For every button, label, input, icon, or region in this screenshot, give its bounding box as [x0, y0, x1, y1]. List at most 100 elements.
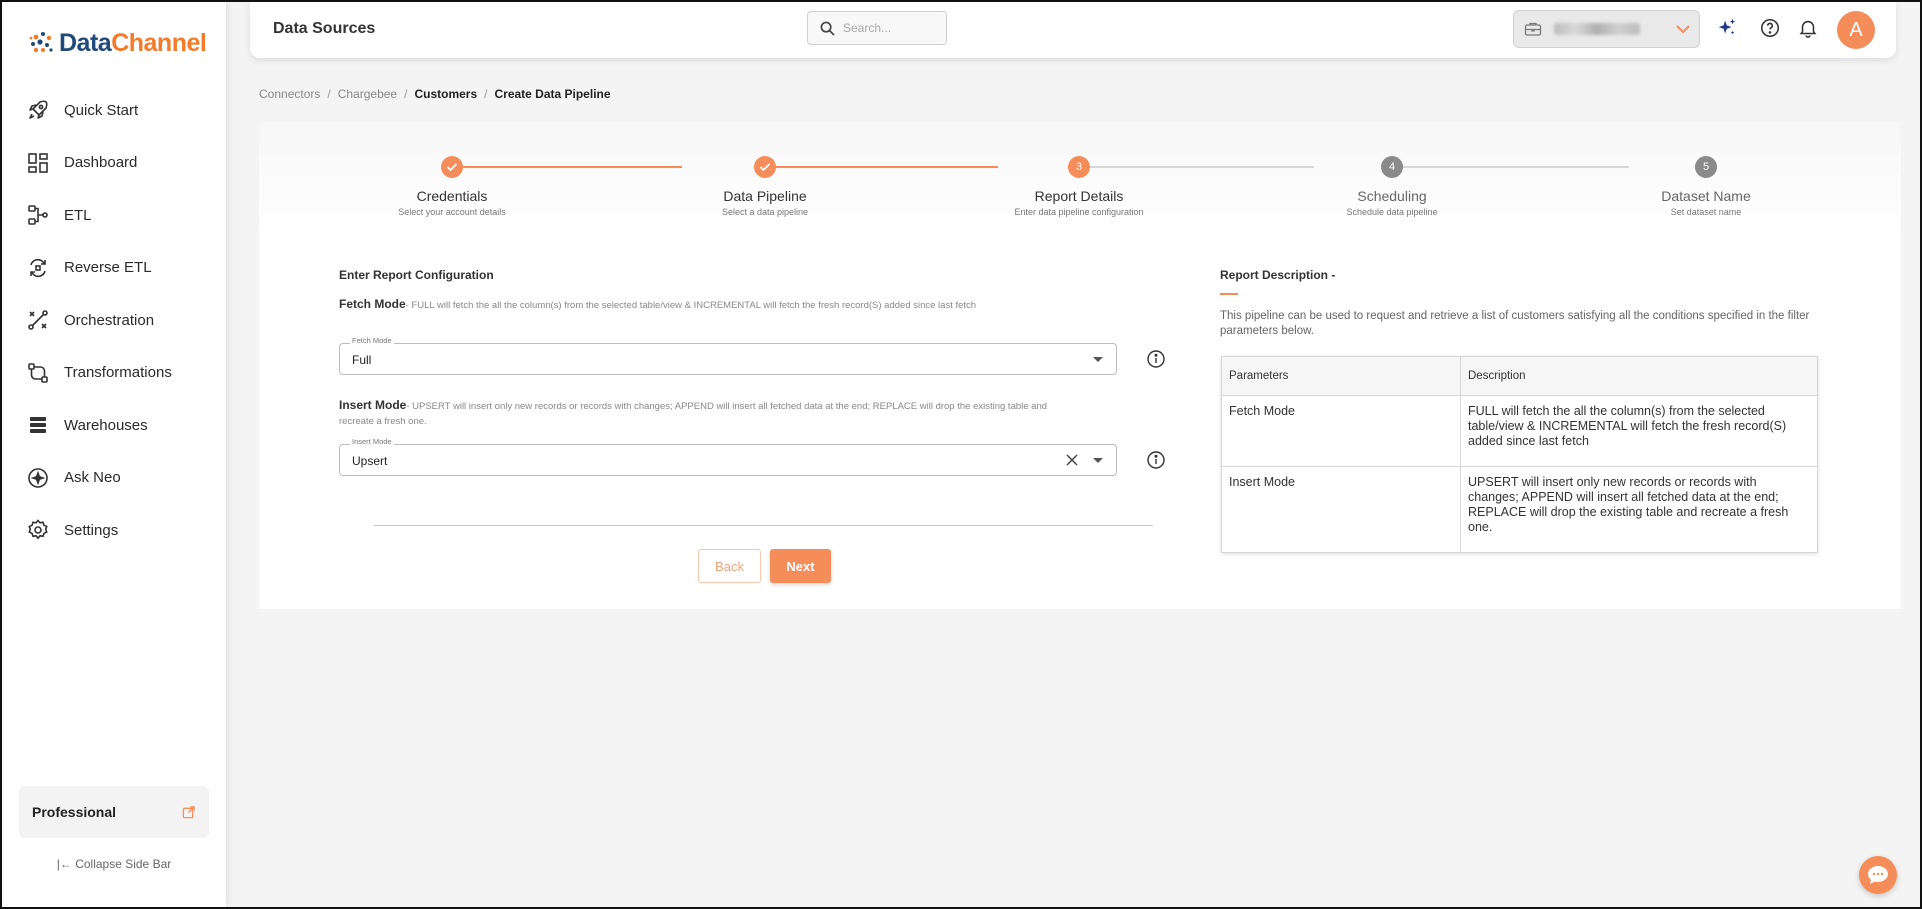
external-link-icon[interactable]	[182, 805, 195, 819]
sidebar-item-warehouses[interactable]: Warehouses	[2, 399, 226, 452]
step-number: 4	[1381, 156, 1403, 178]
column-header: Description	[1460, 356, 1818, 396]
sidebar-item-etl[interactable]: ETL	[2, 189, 226, 242]
info-icon[interactable]	[1146, 450, 1166, 470]
sidebar-item-dashboard[interactable]: Dashboard	[2, 137, 226, 190]
collapse-sidebar-label: Collapse Side Bar	[75, 857, 172, 871]
dropdown-arrow-icon[interactable]	[1093, 357, 1103, 362]
step-scheduling[interactable]: 4 Scheduling Schedule data pipeline	[1292, 156, 1492, 217]
breadcrumb-connectors[interactable]: Connectors	[259, 87, 320, 101]
sidebar-item-label: Transformations	[64, 364, 172, 382]
bell-icon[interactable]	[1797, 17, 1819, 39]
info-icon[interactable]	[1146, 349, 1166, 369]
step-subtitle: Select your account details	[398, 207, 506, 217]
sidebar-item-label: Quick Start	[64, 101, 139, 119]
step-data-pipeline[interactable]: Data Pipeline Select a data pipeline	[665, 156, 865, 217]
sidebar-item-quick-start[interactable]: Quick Start	[2, 84, 226, 137]
help-icon[interactable]	[1759, 17, 1781, 39]
step-report-details[interactable]: 3 Report Details Enter data pipeline con…	[979, 156, 1179, 217]
column-header: Parameters	[1221, 356, 1461, 396]
step-credentials[interactable]: Credentials Select your account details	[352, 156, 552, 217]
sidebar-item-label: Warehouses	[64, 416, 148, 434]
check-icon	[441, 156, 463, 178]
insert-mode-value: Upsert	[352, 454, 388, 468]
breadcrumb-chargebee[interactable]: Chargebee	[338, 87, 397, 101]
fetch-mode-label: Fetch Mode	[339, 297, 406, 311]
step-subtitle: Schedule data pipeline	[1346, 207, 1438, 217]
next-button[interactable]: Next	[770, 549, 831, 583]
sidebar: DataChannel Quick Start Dashboard ETL Re…	[2, 2, 226, 907]
pipeline-card: Credentials Select your account details …	[259, 122, 1901, 609]
sidebar-item-reverse-etl[interactable]: Reverse ETL	[2, 242, 226, 295]
step-title: Credentials	[416, 188, 488, 204]
sidebar-item-ask-neo[interactable]: Ask Neo	[2, 452, 226, 505]
plan-label: Professional	[32, 804, 117, 820]
title-underline	[1220, 293, 1238, 295]
search-box[interactable]	[807, 11, 947, 45]
sparkle-icon	[28, 467, 48, 488]
sidebar-item-transformations[interactable]: Transformations	[2, 347, 226, 400]
briefcase-icon	[1524, 22, 1542, 36]
page-title: Data Sources	[273, 20, 376, 37]
dashboard-icon	[28, 152, 48, 173]
breadcrumb: Connectors / Chargebee / Customers / Cre…	[259, 87, 611, 101]
parameter-cell: Insert Mode	[1221, 466, 1461, 553]
dropdown-arrow-icon[interactable]	[1093, 458, 1103, 463]
warehouses-icon	[30, 417, 46, 434]
chevron-down-icon	[1676, 25, 1690, 34]
search-icon	[820, 21, 835, 36]
breadcrumb-customers[interactable]: Customers	[414, 87, 477, 101]
description-cell: UPSERT will insert only new records or r…	[1460, 466, 1818, 553]
fetch-mode-value: Full	[352, 353, 372, 367]
fetch-mode-legend: Fetch Mode	[350, 336, 394, 345]
sidebar-item-label: Reverse ETL	[64, 259, 152, 277]
parameter-cell: Fetch Mode	[1221, 395, 1461, 467]
transformations-icon	[28, 362, 48, 383]
table-row: Fetch Mode FULL will fetch the all the c…	[1221, 395, 1818, 467]
step-number: 5	[1695, 156, 1717, 178]
step-title: Scheduling	[1357, 188, 1427, 204]
search-input[interactable]	[843, 21, 933, 35]
breadcrumb-separator: /	[327, 87, 331, 101]
ai-sparkle-icon[interactable]	[1716, 17, 1738, 39]
sidebar-item-label: ETL	[64, 206, 92, 224]
sidebar-item-label: Ask Neo	[64, 469, 121, 487]
chat-support-button[interactable]	[1859, 856, 1897, 894]
sidebar-item-label: Orchestration	[64, 311, 155, 329]
plan-card[interactable]: Professional	[19, 786, 209, 838]
step-subtitle: Set dataset name	[1670, 207, 1742, 217]
breadcrumb-current: Create Data Pipeline	[494, 87, 611, 101]
collapse-arrow-icon: |←	[56, 857, 76, 871]
fetch-mode-help: Fetch Mode- FULL will fetch the all the …	[339, 297, 1049, 313]
table-header-row: Parameters Description	[1221, 356, 1818, 396]
step-title: Report Details	[1034, 188, 1124, 204]
insert-mode-description: - UPSERT will insert only new records or…	[339, 401, 1048, 427]
sidebar-item-orchestration[interactable]: Orchestration	[2, 294, 226, 347]
chat-bubble-icon	[1868, 866, 1888, 884]
user-avatar[interactable]: A	[1837, 11, 1875, 49]
form-divider	[374, 525, 1153, 526]
logo-globe-icon	[27, 28, 57, 58]
gear-icon	[28, 519, 48, 540]
clear-icon[interactable]	[1064, 452, 1080, 468]
fetch-mode-select[interactable]: Fetch Mode Full	[339, 336, 1117, 375]
workspace-name-redacted	[1554, 23, 1640, 35]
datachannel-logo[interactable]: DataChannel	[27, 28, 207, 58]
sidebar-item-settings[interactable]: Settings	[2, 504, 226, 557]
reverse-etl-icon	[30, 258, 46, 277]
form-section-title: Enter Report Configuration	[339, 268, 494, 282]
report-description-title: Report Description -	[1220, 268, 1336, 282]
table-row: Insert Mode UPSERT will insert only new …	[1221, 466, 1818, 553]
stepper: Credentials Select your account details …	[259, 122, 1901, 234]
workspace-selector[interactable]	[1513, 10, 1700, 48]
collapse-sidebar-button[interactable]: |← Collapse Side Bar	[2, 857, 226, 871]
sidebar-item-label: Dashboard	[64, 154, 138, 172]
insert-mode-label: Insert Mode	[339, 398, 407, 412]
step-dataset-name[interactable]: 5 Dataset Name Set dataset name	[1606, 156, 1806, 217]
step-title: Data Pipeline	[723, 188, 807, 204]
back-button[interactable]: Back	[698, 549, 761, 583]
insert-mode-select[interactable]: Insert Mode Upsert	[339, 437, 1117, 476]
check-icon	[754, 156, 776, 178]
breadcrumb-separator: /	[484, 87, 488, 101]
top-header: Data Sources A	[250, 2, 1896, 58]
